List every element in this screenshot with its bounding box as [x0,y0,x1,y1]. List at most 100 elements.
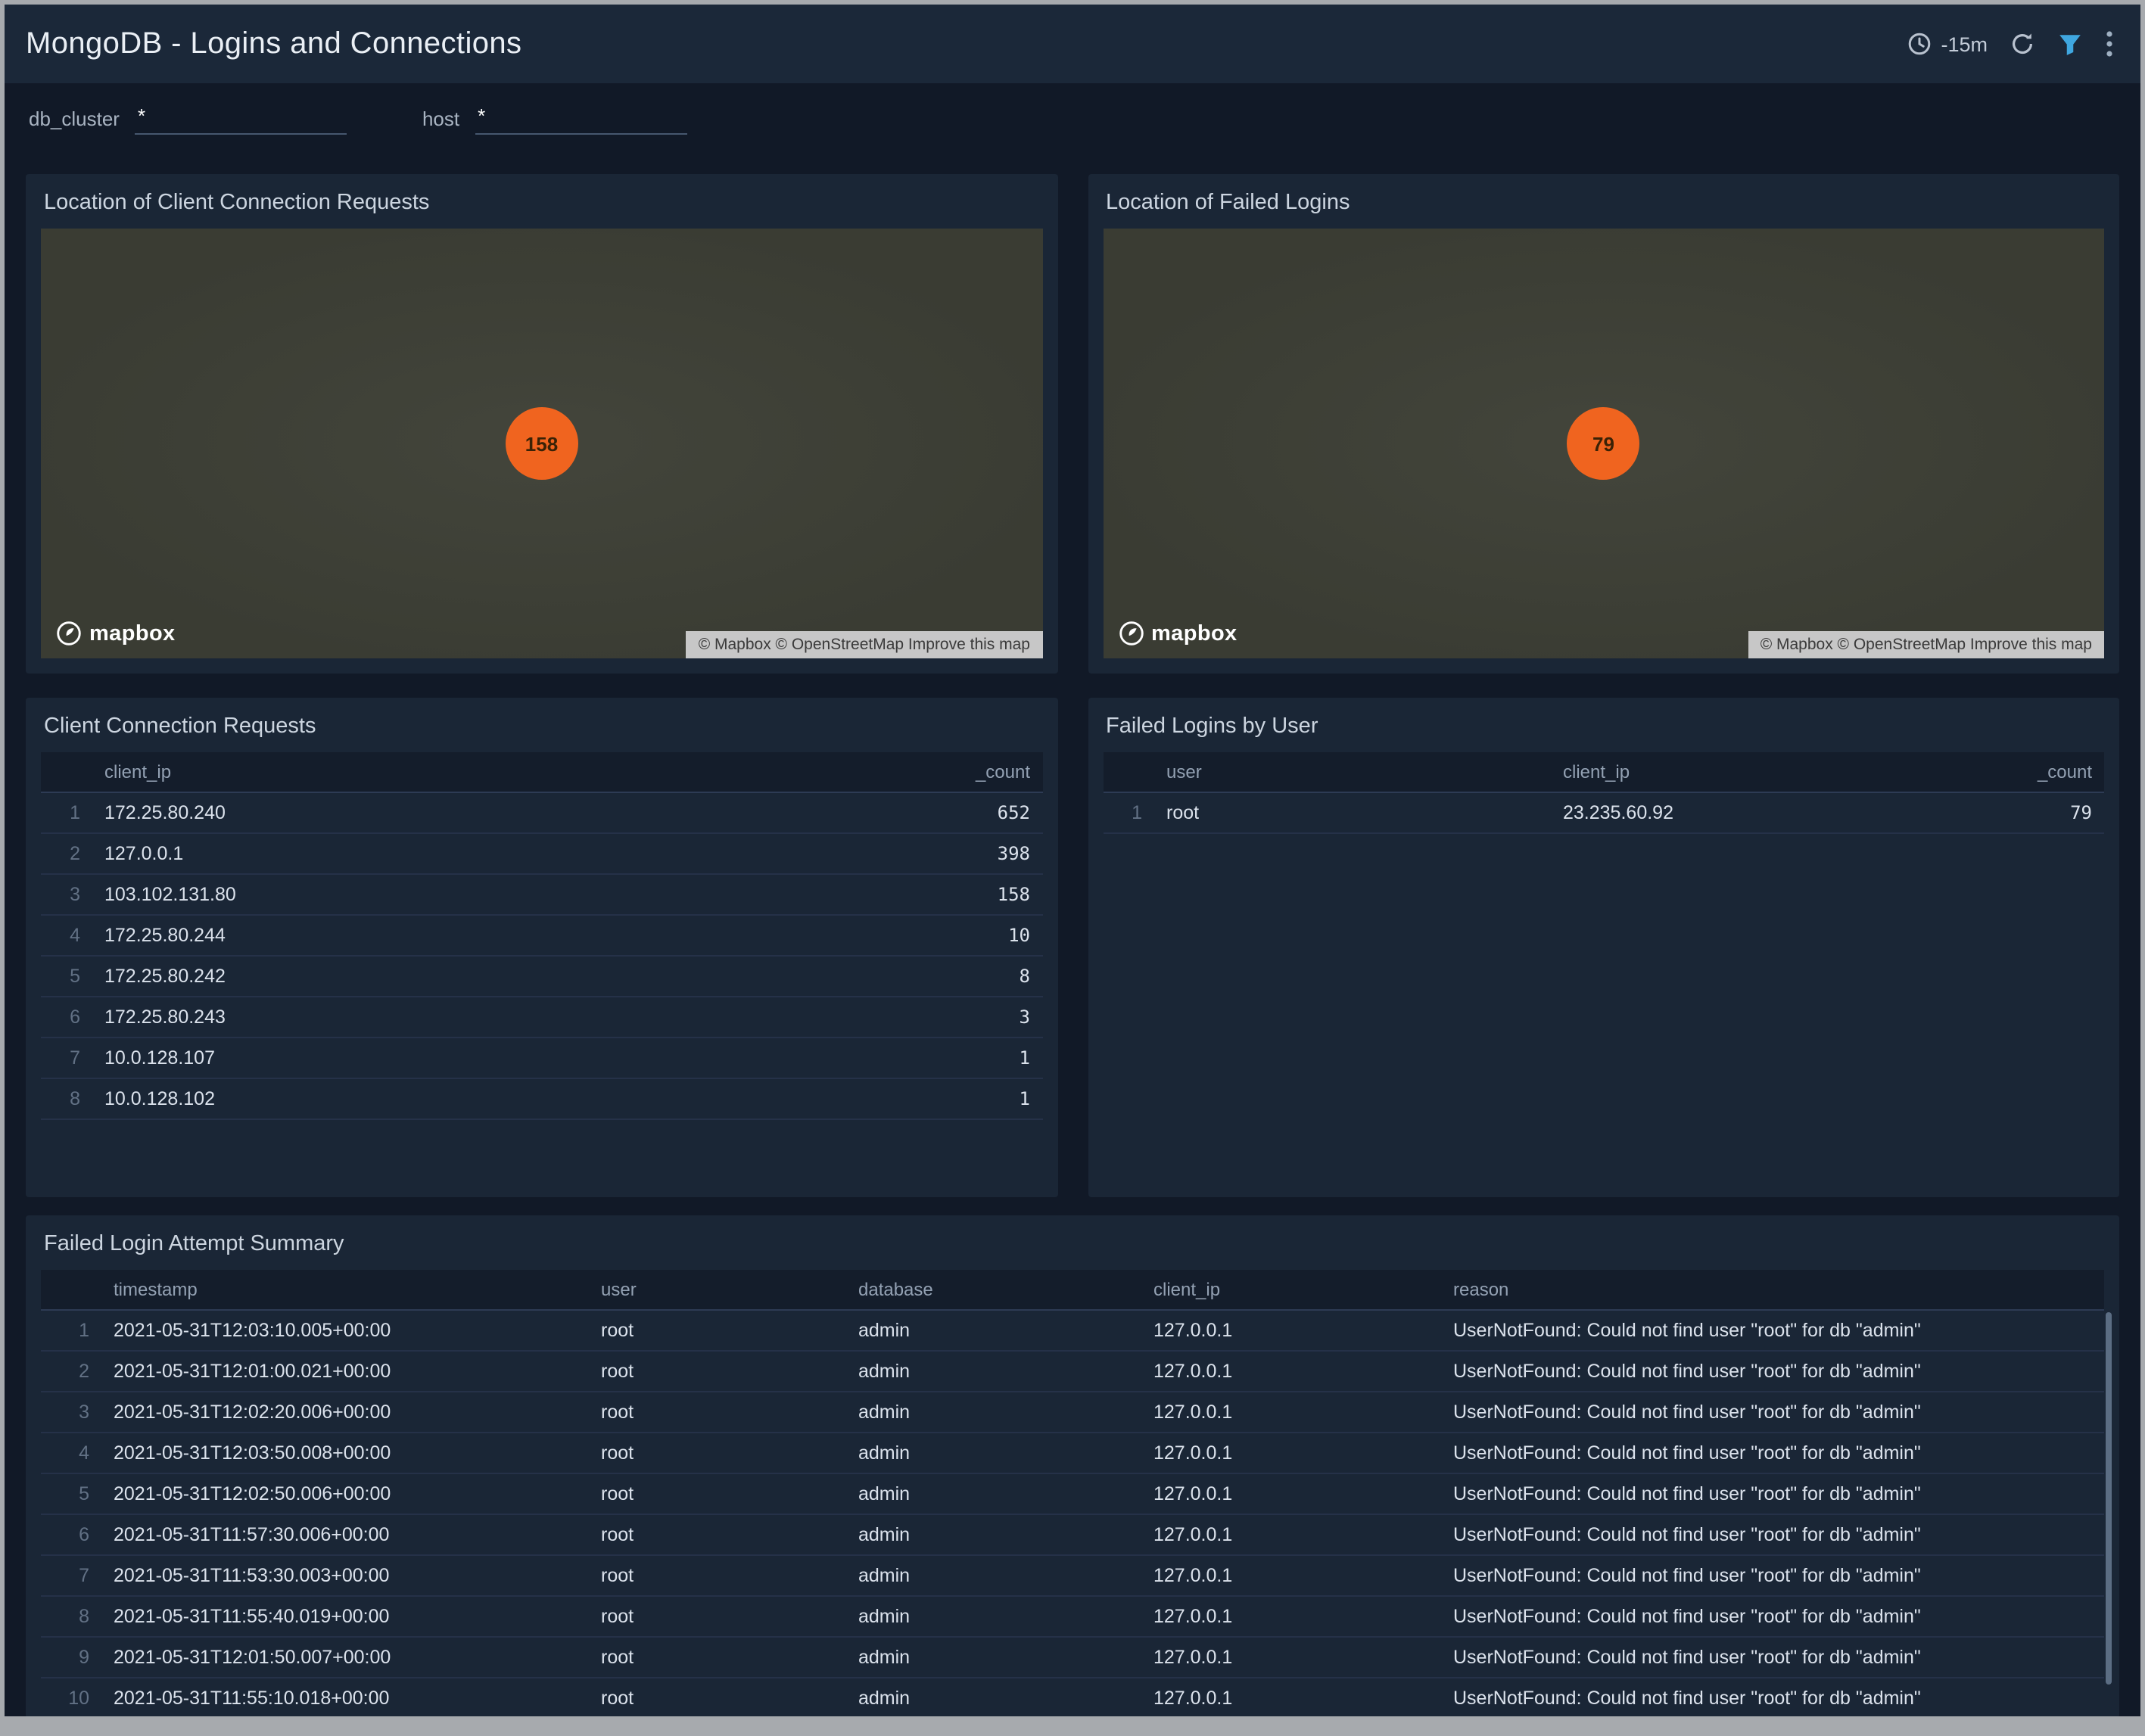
table-row[interactable]: 42021-05-31T12:03:50.008+00:00rootadmin1… [41,1433,2104,1474]
table-cell: 127.0.0.1 [1141,1647,1441,1668]
table-cell: admin [846,1320,1141,1341]
row-index: 4 [41,925,92,946]
column-header-_count[interactable]: _count [876,761,1042,782]
map-attribution[interactable]: © Mapbox © OpenStreetMap Improve this ma… [1748,631,2104,658]
table-cell: admin [846,1606,1141,1627]
host-filter-label: host [422,107,459,135]
table-cell: UserNotFound: Could not find user "root"… [1441,1442,2104,1464]
column-header-database[interactable]: database [846,1279,1141,1300]
row-index: 3 [41,884,92,905]
table-row[interactable]: 82021-05-31T11:55:40.019+00:00rootadmin1… [41,1597,2104,1638]
table-cell: 2021-05-31T11:57:30.006+00:00 [101,1524,589,1545]
table-cell: UserNotFound: Could not find user "root"… [1441,1320,2104,1341]
time-range-label: -15m [1941,33,1988,55]
column-header-client_ip[interactable]: client_ip [1141,1279,1441,1300]
table-row[interactable]: 5172.25.80.2428 [41,957,1042,997]
row-index: 6 [41,1006,92,1028]
map-cluster-marker[interactable]: 79 [1568,407,1640,480]
mapbox-logo[interactable]: mapbox [1118,621,1238,646]
table-row[interactable]: 12021-05-31T12:03:10.005+00:00rootadmin1… [41,1311,2104,1352]
table-row[interactable]: 810.0.128.1021 [41,1079,1042,1120]
table-cell: 10.0.128.102 [92,1088,876,1109]
table-cell: UserNotFound: Could not find user "root"… [1441,1483,2104,1504]
dashboard-header: MongoDB - Logins and Connections -15m [5,5,2140,83]
dashboard-app: MongoDB - Logins and Connections -15m db… [5,5,2140,1716]
column-header-timestamp[interactable]: timestamp [101,1279,589,1300]
page-title: MongoDB - Logins and Connections [26,26,521,61]
header-actions: -15m [1907,30,2113,58]
table-row[interactable]: 22021-05-31T12:01:00.021+00:00rootadmin1… [41,1352,2104,1392]
column-header-client_ip[interactable]: client_ip [1551,761,1938,782]
refresh-icon[interactable] [2010,32,2034,56]
row-index: 3 [41,1402,101,1423]
table-cell: UserNotFound: Could not find user "root"… [1441,1688,2104,1709]
column-header-user[interactable]: user [1154,761,1551,782]
panel-title: Client Connection Requests [44,713,1039,740]
table-row[interactable]: 62021-05-31T11:57:30.006+00:00rootadmin1… [41,1515,2104,1556]
kebab-menu-icon[interactable] [2106,30,2113,58]
row-index: 1 [41,1320,101,1341]
map-attribution[interactable]: © Mapbox © OpenStreetMap Improve this ma… [686,631,1042,658]
table-cell: UserNotFound: Could not find user "root"… [1441,1402,2104,1423]
table-cell: root [589,1606,846,1627]
filter-icon[interactable] [2057,31,2083,57]
time-range-button[interactable]: -15m [1907,32,1988,56]
table-row[interactable]: 1root23.235.60.9279 [1103,793,2104,834]
map-failed-logins[interactable]: 79 mapbox © Mapbox © OpenStreetMap Impro… [1103,229,2104,658]
mapbox-logo-icon [1118,621,1144,646]
panel-client-connection-requests: Client Connection Requests client_ip_cou… [26,698,1057,1197]
column-header-user[interactable]: user [589,1279,846,1300]
table-row[interactable]: 32021-05-31T12:02:20.006+00:00rootadmin1… [41,1392,2104,1433]
table-row[interactable]: 1172.25.80.240652 [41,793,1042,834]
table-cell: 2021-05-31T11:55:10.018+00:00 [101,1688,589,1709]
host-filter-input[interactable]: * [475,104,686,135]
row-index: 1 [41,802,92,823]
db-cluster-filter: db_cluster * [29,104,347,135]
failed-logins-by-user-table: userclient_ip_count1root23.235.60.9279 [1103,752,2104,834]
table-cell: 2021-05-31T12:02:20.006+00:00 [101,1402,589,1423]
table-cell: 2021-05-31T12:01:00.021+00:00 [101,1361,589,1382]
table-cell: 172.25.80.242 [92,966,876,987]
table-header-row: userclient_ip_count [1103,752,2104,793]
mapbox-logo[interactable]: mapbox [56,621,176,646]
table-row[interactable]: 2127.0.0.1398 [41,834,1042,875]
table-cell: 2021-05-31T12:02:50.006+00:00 [101,1483,589,1504]
row-index: 8 [41,1088,92,1109]
mapbox-logo-text: mapbox [1151,621,1238,646]
table-cell: admin [846,1483,1141,1504]
table-cell: admin [846,1402,1141,1423]
table-cell: 127.0.0.1 [1141,1565,1441,1586]
column-header-reason[interactable]: reason [1441,1279,2104,1300]
column-header-_count[interactable]: _count [1938,761,2104,782]
table-cell: 2021-05-31T11:53:30.003+00:00 [101,1565,589,1586]
table-row[interactable]: 52021-05-31T12:02:50.006+00:00rootadmin1… [41,1474,2104,1515]
table-cell: 2021-05-31T12:03:50.008+00:00 [101,1442,589,1464]
table-row[interactable]: 92021-05-31T12:01:50.007+00:00rootadmin1… [41,1638,2104,1678]
table-cell: 3 [876,1006,1042,1028]
table-row[interactable]: 102021-05-31T11:55:10.018+00:00rootadmin… [41,1678,2104,1716]
table-row[interactable]: 710.0.128.1071 [41,1038,1042,1079]
window-frame: MongoDB - Logins and Connections -15m db… [0,0,2145,1736]
map-client-connections[interactable]: 158 mapbox © Mapbox © OpenStreetMap Impr… [41,229,1042,658]
map-cluster-marker[interactable]: 158 [506,407,578,480]
panel-title: Failed Login Attempt Summary [44,1230,2101,1258]
panel-failed-logins-by-user: Failed Logins by User userclient_ip_coun… [1088,698,2119,1197]
scrollbar-thumb[interactable] [2106,1312,2112,1685]
row-index: 2 [41,1361,101,1382]
table-row[interactable]: 72021-05-31T11:53:30.003+00:00rootadmin1… [41,1556,2104,1597]
table-cell: 127.0.0.1 [1141,1402,1441,1423]
row-index: 7 [41,1565,101,1586]
db-cluster-filter-input[interactable]: * [135,104,347,135]
client-connections-table: client_ip_count 1172.25.80.2406522127.0.0… [41,752,1042,1120]
table-cell: admin [846,1688,1141,1709]
table-row[interactable]: 3103.102.131.80158 [41,875,1042,916]
column-header-client_ip[interactable]: client_ip [92,761,876,782]
table-cell: root [589,1442,846,1464]
table-row[interactable]: 4172.25.80.24410 [41,916,1042,957]
db-cluster-filter-label: db_cluster [29,107,120,135]
table-cell: 172.25.80.243 [92,1006,876,1028]
table-header-row: timestampuserdatabaseclient_ipreason [41,1270,2104,1311]
table-cell: 103.102.131.80 [92,884,876,905]
table-row[interactable]: 6172.25.80.2433 [41,997,1042,1038]
table-cell: root [589,1647,846,1668]
